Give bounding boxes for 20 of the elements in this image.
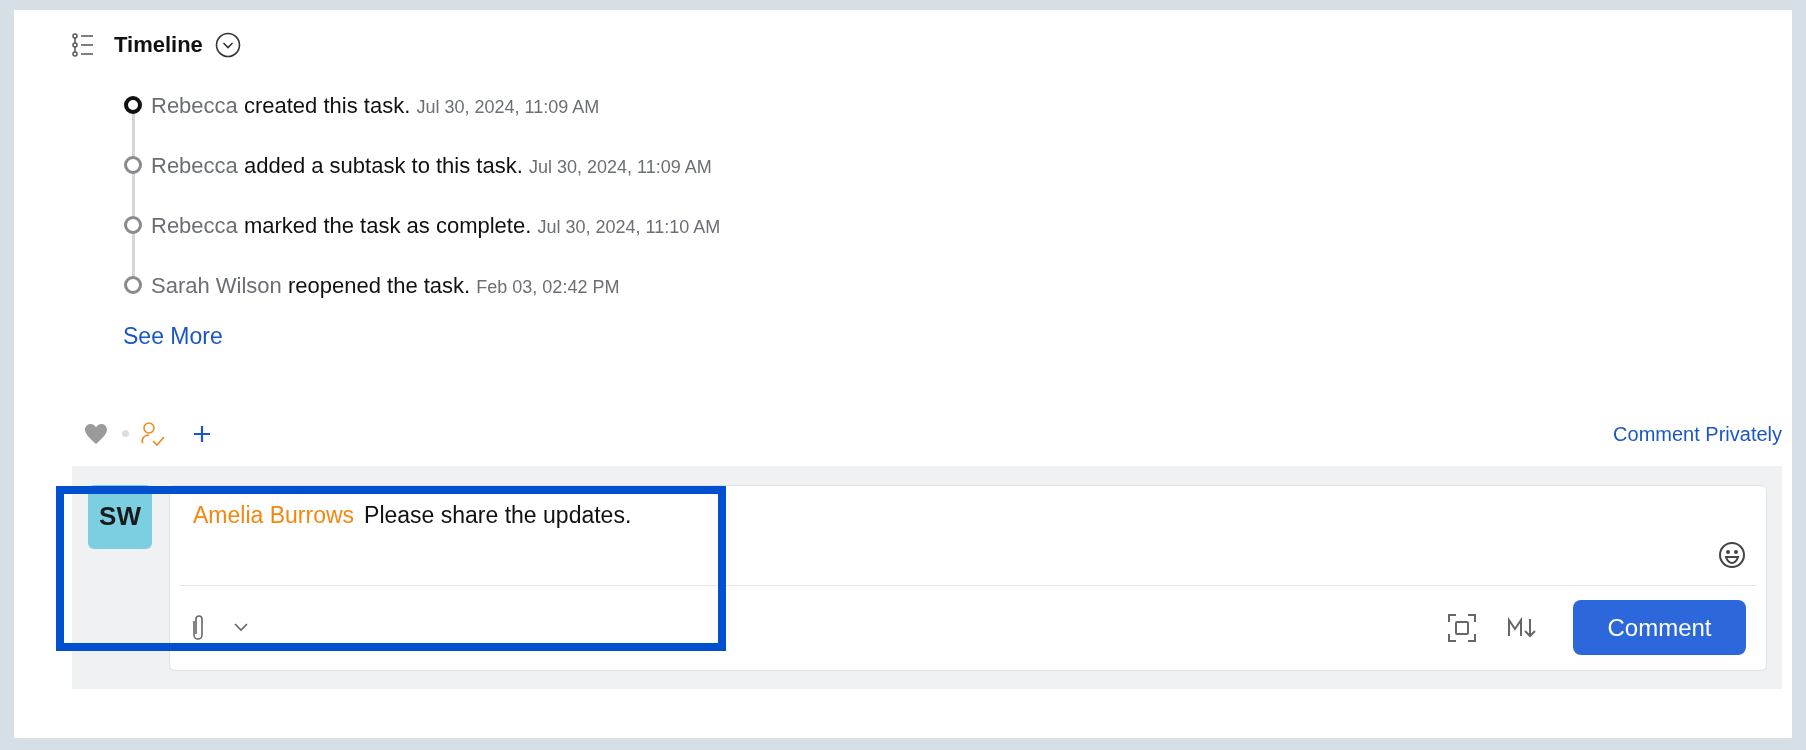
timeline-entry: Sarah Wilson reopened the task. Feb 03, 02:42 PM: [151, 271, 620, 300]
comment-text: Amelia Burrows Please share the updates.: [193, 500, 632, 530]
markdown-icon[interactable]: [1507, 615, 1537, 640]
section-title: Timeline: [114, 31, 203, 59]
comment-input[interactable]: Amelia Burrows Please share the updates. Comment: [169, 484, 1767, 671]
timeline-entry: Rebecca created this task. Jul 30, 2024, 11:09 AM: [151, 91, 600, 120]
chevron-down-icon[interactable]: [214, 31, 241, 58]
comment-privately-link[interactable]: Comment Privately: [1613, 418, 1782, 449]
comment-button[interactable]: Comment: [1573, 600, 1746, 655]
see-more-link[interactable]: See More: [123, 319, 223, 354]
emoji-icon[interactable]: [1718, 540, 1746, 569]
caret-icon[interactable]: [234, 623, 248, 632]
heart-icon[interactable]: [84, 422, 108, 445]
person-check-icon[interactable]: [139, 420, 167, 447]
list-icon: [72, 32, 94, 57]
timeline-entry: Rebecca marked the task as complete. Jul 30, 2024, 11:10 AM: [151, 211, 721, 240]
timeline-entry: Rebecca added a subtask to this task. Jul 30, 2024, 11:09 AM: [151, 151, 712, 180]
plus-icon[interactable]: [193, 424, 211, 443]
paperclip-icon[interactable]: [190, 614, 206, 641]
screenshot-icon[interactable]: [1447, 612, 1477, 643]
